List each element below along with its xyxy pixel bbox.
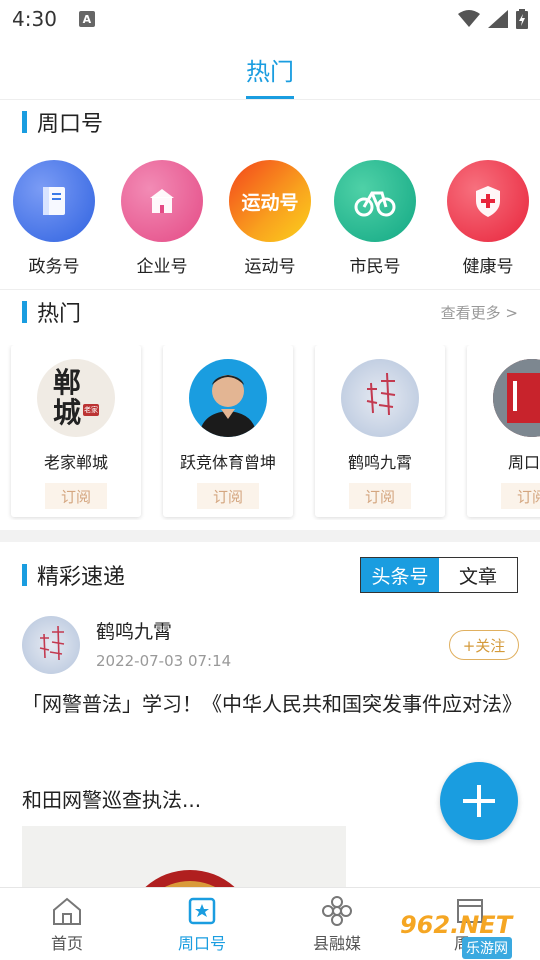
sport-logo-icon: 运动号	[229, 160, 311, 242]
section-separator	[0, 530, 540, 542]
section-title: 周口号	[37, 112, 104, 137]
nav-label: 周口号	[177, 934, 226, 953]
category-label: 市民号	[349, 257, 401, 277]
card-avatar	[189, 359, 267, 437]
segment-article[interactable]: 文章	[439, 558, 517, 592]
nav-home[interactable]: 首页	[17, 896, 117, 954]
star-badge-icon	[188, 897, 216, 925]
signal-icon	[488, 10, 508, 28]
stamp-icon: 老家	[83, 404, 99, 416]
author-name[interactable]: 鹤鸣九霄	[96, 617, 172, 644]
subscribe-button[interactable]: 订阅	[501, 483, 540, 509]
status-indicators	[458, 9, 528, 29]
avatar-glyph: 郸	[52, 366, 81, 399]
card-name: 鹤鸣九霄	[347, 453, 412, 472]
hot-card[interactable]: 跃竞体育曾坤 订阅	[163, 345, 293, 517]
nav-label: 县融媒	[312, 934, 361, 953]
flower-icon	[322, 896, 352, 926]
author-avatar[interactable]	[22, 616, 80, 674]
calligraphy-icon	[366, 372, 396, 416]
subscribe-button[interactable]: 订阅	[197, 483, 259, 509]
card-name: 周口同	[507, 453, 540, 472]
status-time: 4:30	[12, 7, 57, 31]
category-qiye[interactable]: 企业号	[112, 160, 212, 277]
tab-hot-label: 热门	[246, 58, 294, 86]
book-icon	[13, 160, 95, 242]
post-image[interactable]	[22, 826, 346, 896]
top-tabs: 热门	[0, 38, 540, 100]
feed-segment-control: 头条号 文章	[360, 557, 518, 593]
calligraphy-icon	[39, 625, 65, 661]
subscribe-button[interactable]: 订阅	[349, 483, 411, 509]
card-name: 老家郸城	[43, 453, 108, 472]
battery-icon	[516, 9, 528, 29]
category-label: 健康号	[462, 257, 514, 277]
category-row: 政务号 企业号 运动号 运动号 市民号 健康号	[0, 160, 540, 280]
subscribe-button[interactable]: 订阅	[45, 483, 107, 509]
hot-cards-row: 郸 城 老家 老家郸城 订阅 跃竞体育曾坤 订阅 鹤鸣九霄 订阅 周口同 订阅	[0, 345, 540, 520]
nav-county-media[interactable]: 县融媒	[287, 896, 387, 954]
plus-icon	[463, 785, 495, 817]
hot-card[interactable]: 郸 城 老家 老家郸城 订阅	[11, 345, 141, 517]
card-avatar	[341, 359, 419, 437]
notification-a-icon: A	[78, 11, 95, 27]
add-button[interactable]	[440, 762, 518, 840]
category-label: 运动号	[244, 257, 296, 277]
category-zhengwu[interactable]: 政务号	[4, 160, 104, 277]
section-accent-bar	[22, 111, 27, 133]
category-shimin[interactable]: 市民号	[325, 160, 425, 277]
watermark-logo: 962.NET 乐游网	[400, 905, 540, 960]
hot-card[interactable]: 周口同 订阅	[467, 345, 540, 517]
category-label: 企业号	[136, 257, 188, 277]
segment-toutiao[interactable]: 头条号	[361, 558, 439, 592]
post-summary[interactable]: 和田网警巡查执法...	[22, 784, 201, 813]
hot-card[interactable]: 鹤鸣九霄 订阅	[315, 345, 445, 517]
section-title: 热门	[37, 302, 82, 327]
follow-button[interactable]: +关注	[449, 630, 519, 660]
post-title[interactable]: 「网警普法」学习！《中华人民共和国突发事件应对法》	[22, 688, 522, 720]
section-accent-bar	[22, 301, 27, 323]
wifi-icon	[458, 10, 480, 27]
status-bar: 4:30 A	[0, 0, 540, 38]
nav-zhoukou[interactable]: 周口号	[152, 896, 252, 954]
watermark-text: 962.NET	[400, 911, 513, 939]
sport-logo-text: 运动号	[241, 191, 299, 214]
nav-label: 首页	[50, 934, 83, 953]
section-hot-header: 热门 查看更多 >	[0, 292, 540, 332]
tab-hot[interactable]: 热门	[246, 38, 294, 99]
card-avatar	[493, 359, 540, 437]
section-title: 精彩速递	[37, 565, 126, 590]
bicycle-icon	[334, 160, 416, 242]
building-icon	[121, 160, 203, 242]
category-jiankang[interactable]: 健康号	[438, 160, 538, 277]
health-shield-icon	[447, 160, 529, 242]
post-time: 2022-07-03 07:14	[96, 652, 232, 670]
watermark-subtext: 乐游网	[462, 937, 512, 959]
section-accent-bar	[22, 564, 27, 586]
divider	[0, 289, 540, 290]
category-yundong[interactable]: 运动号 运动号	[220, 160, 320, 277]
section-zhoukou-header: 周口号	[0, 102, 540, 142]
category-label: 政务号	[28, 257, 80, 277]
card-avatar: 郸 城 老家	[37, 359, 115, 437]
avatar-glyph: 城	[52, 396, 81, 429]
card-name: 跃竞体育曾坤	[179, 453, 276, 472]
home-icon	[53, 897, 81, 925]
tab-underline	[246, 96, 294, 99]
see-more-link[interactable]: 查看更多 >	[441, 302, 518, 323]
